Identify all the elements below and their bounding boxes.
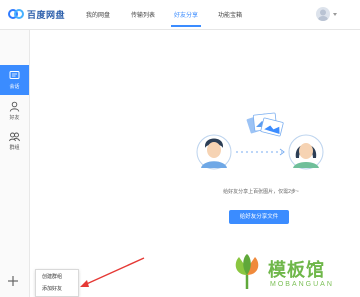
watermark-name-cn: 模板馆 — [268, 260, 325, 280]
tab-friend-share[interactable]: 好友分享 — [174, 10, 198, 19]
watermark-name-en: MOBANGUAN — [270, 281, 334, 288]
sidebar-item-groups[interactable]: 群组 — [0, 126, 29, 156]
sidebar-item-label: 好友 — [9, 115, 20, 121]
baidu-netdisk-logo-icon — [8, 9, 24, 19]
photos-icon — [246, 112, 284, 137]
create-group-menu-item[interactable]: 创建群组 — [36, 271, 78, 283]
top-bar: 百度网盘 我的网盘 传输列表 好友分享 功能宝箱 — [0, 0, 360, 30]
arrow-dots-icon — [236, 148, 285, 156]
watermark-logo-icon — [235, 254, 259, 289]
sidebar-item-chat[interactable]: 会话 — [0, 65, 29, 95]
user-avatar[interactable] — [316, 7, 330, 21]
receiver-avatar-icon — [288, 134, 324, 170]
tab-toolbox[interactable]: 功能宝箱 — [218, 10, 242, 19]
tab-my-disk[interactable]: 我的网盘 — [86, 10, 110, 19]
avatar-placeholder-icon — [318, 9, 328, 21]
sidebar-item-friends[interactable]: 好友 — [0, 96, 29, 126]
share-hint-text: 给好友分享上百张图片，仅需2步~ — [223, 189, 299, 195]
share-illustration — [196, 112, 324, 170]
add-friend-menu-item[interactable]: 添加好友 — [36, 283, 78, 295]
tab-transfer-list[interactable]: 传输列表 — [131, 10, 155, 19]
plus-icon[interactable] — [7, 275, 19, 287]
app-name: 百度网盘 — [27, 10, 66, 20]
sidebar-item-label: 会话 — [9, 84, 20, 90]
sidebar: 会话 好友 群组 — [0, 30, 30, 297]
group-icon — [9, 132, 20, 142]
share-file-button[interactable]: 给好友分享文件 — [229, 210, 289, 224]
sidebar-item-label: 群组 — [9, 145, 20, 151]
user-icon — [9, 101, 20, 112]
sender-avatar-icon — [196, 134, 232, 170]
add-popup-menu: 创建群组 添加好友 — [35, 269, 79, 297]
active-tab-indicator — [171, 25, 201, 27]
chevron-down-icon[interactable] — [333, 13, 337, 16]
chat-icon — [9, 71, 20, 79]
